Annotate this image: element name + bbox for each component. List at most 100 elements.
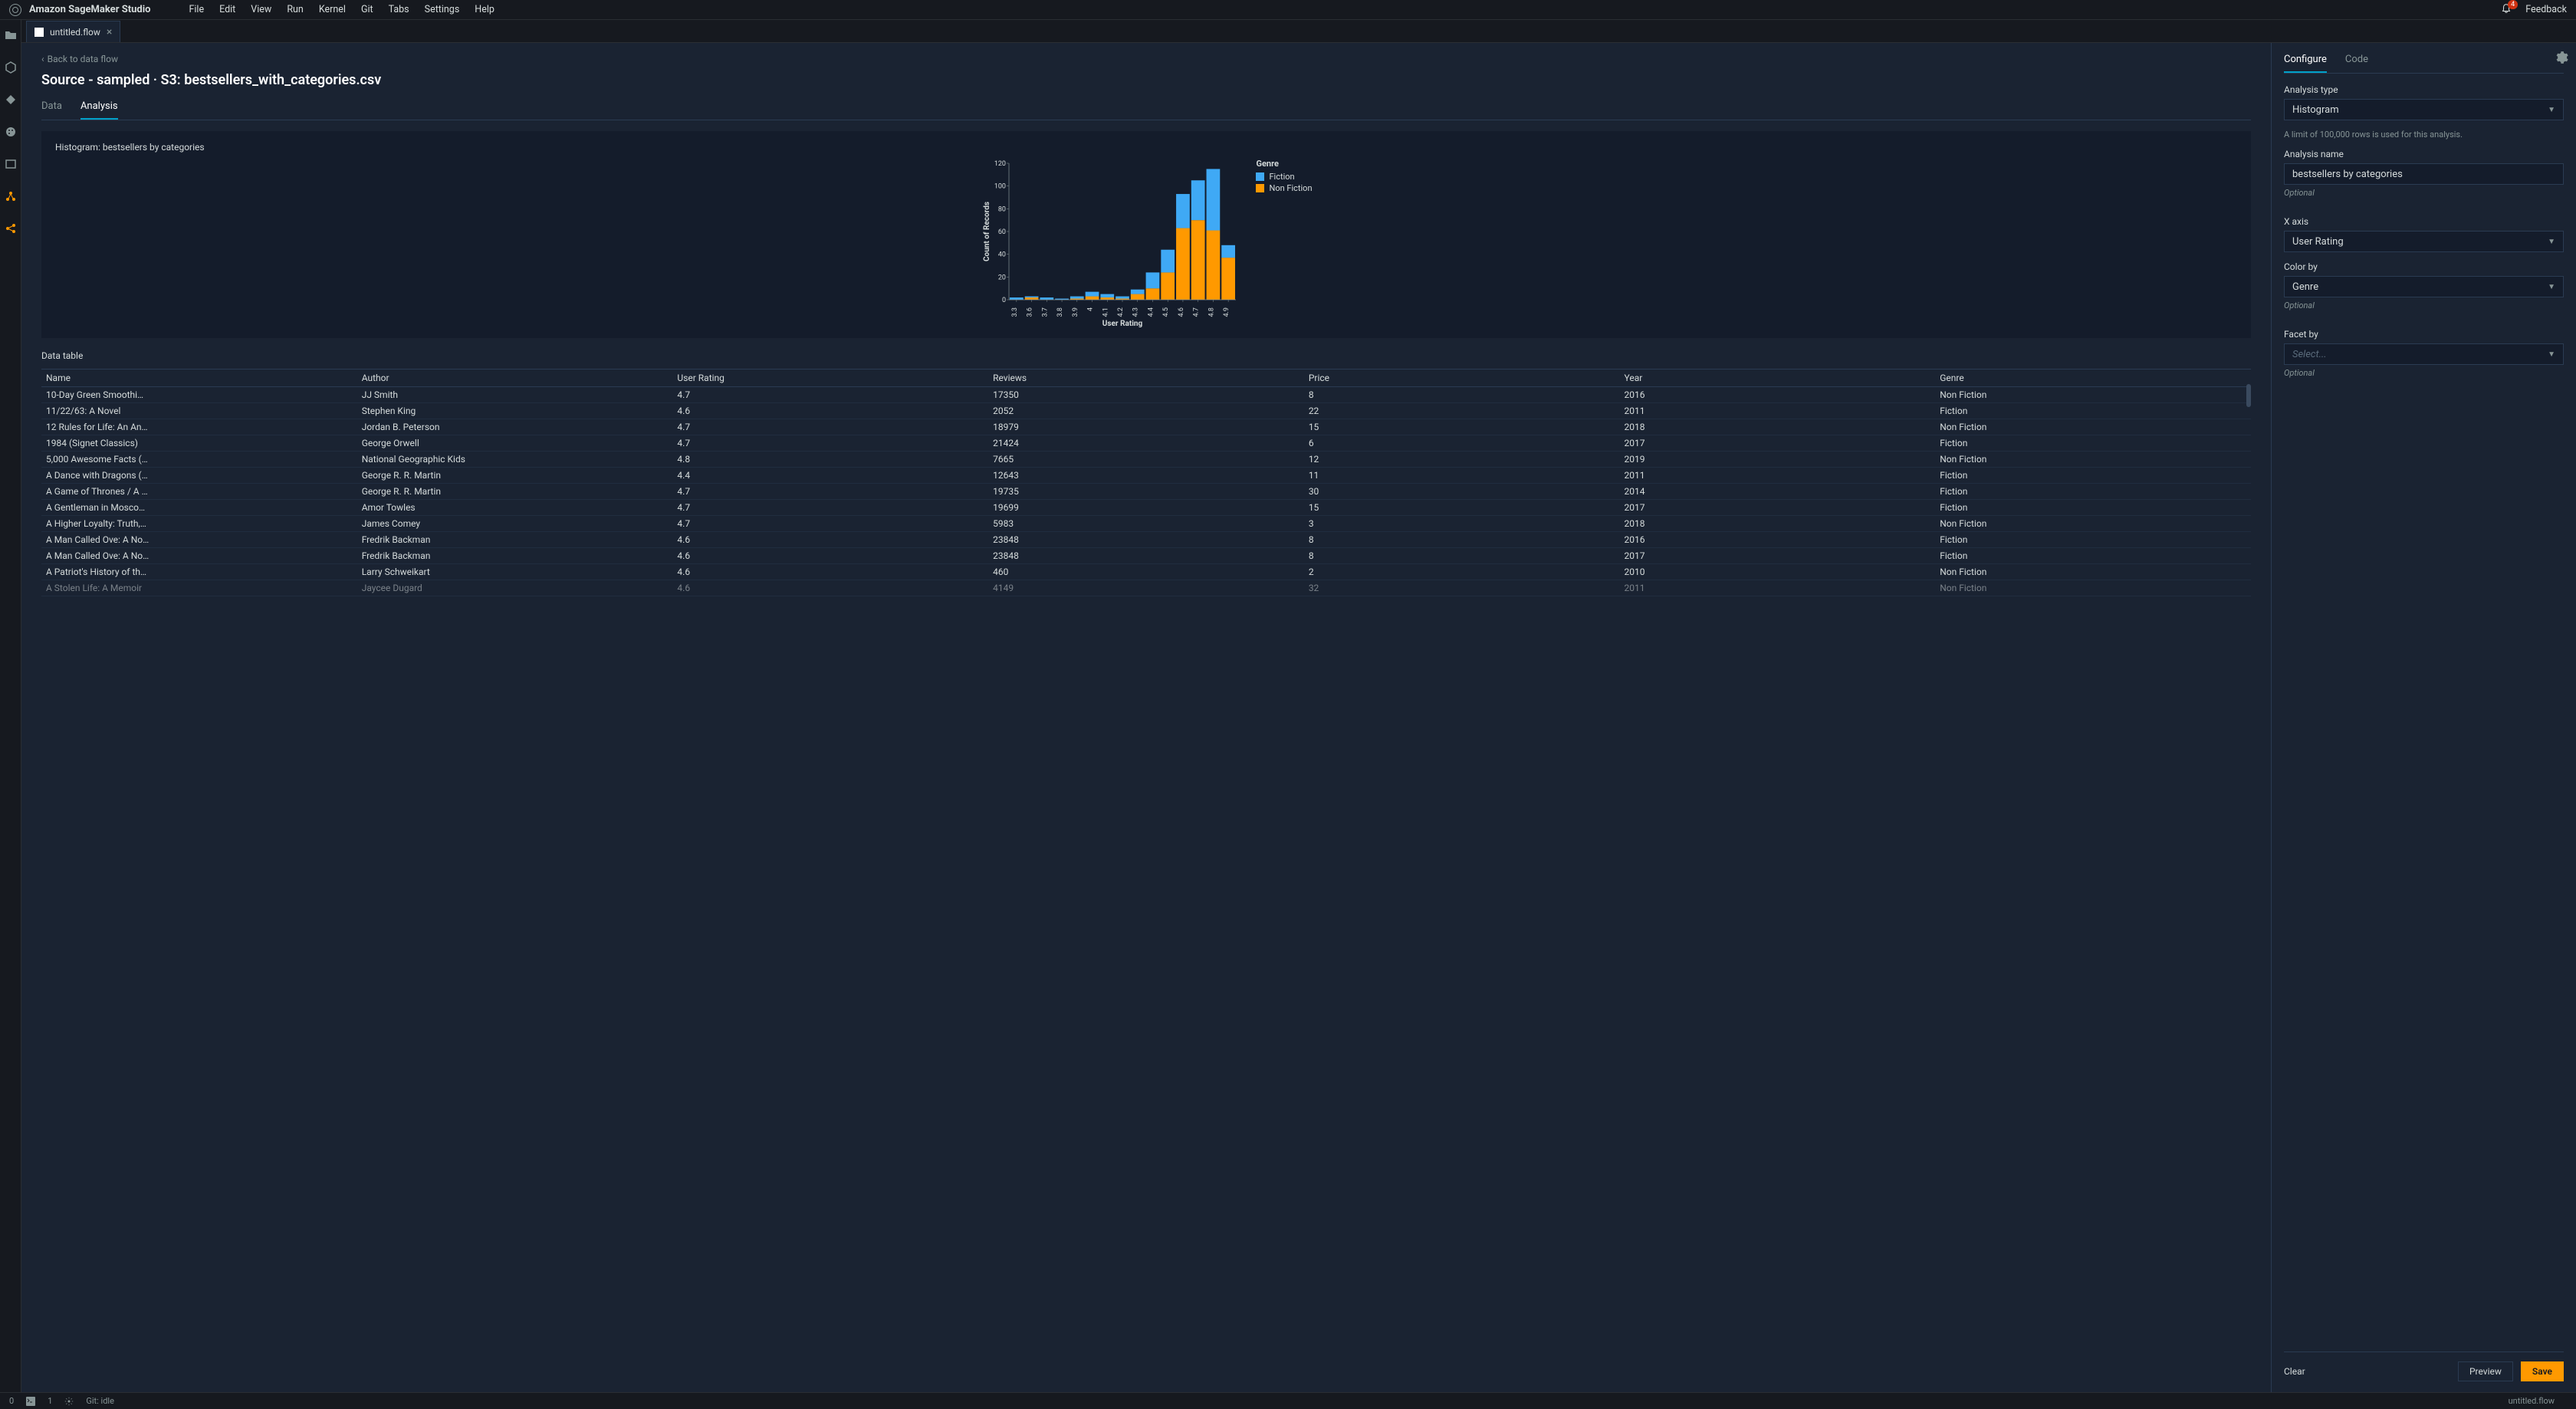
chevron-down-icon: ▼ bbox=[2548, 238, 2555, 246]
nodes-icon[interactable] bbox=[5, 190, 17, 202]
notifications-badge: 4 bbox=[2508, 0, 2518, 9]
column-header[interactable]: Reviews bbox=[988, 369, 1304, 387]
notifications-icon[interactable]: 4 bbox=[2501, 3, 2512, 17]
label-analysis-type: Analysis type bbox=[2284, 84, 2564, 95]
swatch-nonfiction bbox=[1256, 184, 1264, 192]
svg-text:3.3: 3.3 bbox=[1011, 307, 1019, 317]
table-row[interactable]: A Patriot's History of th…Larry Schweika… bbox=[41, 564, 2251, 580]
table-row[interactable]: A Man Called Ove: A No…Fredrik Backman4.… bbox=[41, 548, 2251, 564]
histogram-plot: 0204060801001203.33.63.73.83.944.14.24.3… bbox=[980, 159, 1240, 327]
table-row[interactable]: A Dance with Dragons (…George R. R. Mart… bbox=[41, 468, 2251, 484]
svg-text:4.8: 4.8 bbox=[1208, 307, 1216, 317]
column-header[interactable]: Price bbox=[1304, 369, 1620, 387]
svg-text:0: 0 bbox=[1002, 297, 1006, 304]
svg-text:60: 60 bbox=[998, 228, 1006, 236]
close-icon[interactable]: × bbox=[107, 27, 112, 38]
table-row[interactable]: A Higher Loyalty: Truth,…James Comey4.75… bbox=[41, 516, 2251, 532]
svg-text:120: 120 bbox=[994, 160, 1006, 168]
gear-icon[interactable] bbox=[2555, 51, 2568, 67]
svg-text:3.7: 3.7 bbox=[1042, 307, 1050, 317]
svg-text:Count of Records: Count of Records bbox=[983, 202, 991, 261]
hexagon-icon[interactable] bbox=[5, 61, 17, 74]
select-analysis-type[interactable]: Histogram▼ bbox=[2284, 99, 2564, 120]
svg-text:4.3: 4.3 bbox=[1132, 307, 1140, 317]
panel-icon[interactable] bbox=[5, 158, 17, 170]
svg-text:User Rating: User Rating bbox=[1102, 320, 1143, 328]
column-header[interactable]: Author bbox=[357, 369, 673, 387]
svg-text:3.8: 3.8 bbox=[1057, 307, 1065, 317]
optional-1: Optional bbox=[2284, 188, 2564, 198]
svg-text:4.7: 4.7 bbox=[1193, 307, 1201, 317]
menu-help[interactable]: Help bbox=[467, 4, 502, 15]
status-zero[interactable]: 0 bbox=[9, 1396, 14, 1406]
app-title: Amazon SageMaker Studio bbox=[29, 4, 150, 15]
back-link[interactable]: ‹ Back to data flow bbox=[41, 54, 2251, 64]
menubar: Amazon SageMaker Studio FileEditViewRunK… bbox=[0, 0, 2576, 20]
menu-run[interactable]: Run bbox=[279, 4, 311, 15]
chevron-left-icon: ‹ bbox=[41, 54, 44, 64]
main-pane: ‹ Back to data flow Source - sampled · S… bbox=[21, 43, 2271, 1392]
page-title: Source - sampled · S3: bestsellers_with_… bbox=[41, 72, 2251, 88]
table-row[interactable]: 12 Rules for Life: An An…Jordan B. Peter… bbox=[41, 419, 2251, 435]
git-status[interactable]: Git: idle bbox=[86, 1396, 114, 1406]
menu-edit[interactable]: Edit bbox=[212, 4, 243, 15]
table-row[interactable]: 1984 (Signet Classics)George Orwell4.721… bbox=[41, 435, 2251, 452]
table-row[interactable]: A Man Called Ove: A No…Fredrik Backman4.… bbox=[41, 532, 2251, 548]
menu-file[interactable]: File bbox=[181, 4, 212, 15]
folder-icon[interactable] bbox=[5, 29, 17, 41]
svg-text:80: 80 bbox=[998, 205, 1006, 213]
column-header[interactable]: User Rating bbox=[672, 369, 988, 387]
table-row[interactable]: A Gentleman in Mosco…Amor Towles4.719699… bbox=[41, 500, 2251, 516]
svg-text:3.9: 3.9 bbox=[1072, 307, 1079, 317]
table-row[interactable]: 5,000 Awesome Facts (…National Geographi… bbox=[41, 452, 2251, 468]
menu-view[interactable]: View bbox=[243, 4, 279, 15]
save-button[interactable]: Save bbox=[2521, 1361, 2564, 1381]
legend-title: Genre bbox=[1256, 159, 1312, 169]
column-header[interactable]: Name bbox=[41, 369, 357, 387]
tab-analysis[interactable]: Analysis bbox=[80, 100, 118, 120]
column-header[interactable]: Genre bbox=[1935, 369, 2251, 387]
tab-bar: untitled.flow × bbox=[21, 20, 2576, 43]
tab-configure[interactable]: Configure bbox=[2284, 54, 2327, 73]
data-table: NameAuthorUser RatingReviewsPriceYearGen… bbox=[41, 369, 2251, 1392]
share-icon[interactable] bbox=[5, 222, 17, 235]
column-header[interactable]: Year bbox=[1620, 369, 1936, 387]
select-color-by[interactable]: Genre▼ bbox=[2284, 276, 2564, 297]
select-x-axis[interactable]: User Rating▼ bbox=[2284, 231, 2564, 252]
diamond-icon[interactable] bbox=[5, 94, 17, 106]
content-tabs: Data Analysis bbox=[41, 100, 2251, 120]
menu-settings[interactable]: Settings bbox=[417, 4, 468, 15]
select-facet-by[interactable]: Select...▼ bbox=[2284, 343, 2564, 365]
preview-button[interactable]: Preview bbox=[2458, 1361, 2513, 1381]
scrollbar-thumb[interactable] bbox=[2246, 384, 2251, 407]
label-color-by: Color by bbox=[2284, 261, 2564, 272]
menu-kernel[interactable]: Kernel bbox=[311, 4, 353, 15]
terminal-icon[interactable] bbox=[26, 1397, 35, 1406]
config-panel: Configure Code Analysis type Histogram▼ … bbox=[2271, 43, 2576, 1392]
status-gear-icon[interactable] bbox=[64, 1397, 74, 1406]
chart-legend: Genre Fiction Non Fiction bbox=[1256, 159, 1312, 327]
svg-text:4.9: 4.9 bbox=[1224, 307, 1231, 317]
table-row[interactable]: A Game of Thrones / A …George R. R. Mart… bbox=[41, 484, 2251, 500]
svg-text:4.1: 4.1 bbox=[1102, 307, 1110, 317]
feedback-link[interactable]: Feedback bbox=[2525, 4, 2567, 15]
table-row[interactable]: A Stolen Life: A MemoirJaycee Dugard4.64… bbox=[41, 580, 2251, 596]
menu-git[interactable]: Git bbox=[353, 4, 381, 15]
tab-data[interactable]: Data bbox=[41, 100, 62, 120]
flow-file-icon bbox=[34, 28, 44, 37]
file-tab[interactable]: untitled.flow × bbox=[26, 21, 120, 42]
menu-tabs[interactable]: Tabs bbox=[381, 4, 417, 15]
tab-code[interactable]: Code bbox=[2345, 54, 2368, 73]
svg-text:3.6: 3.6 bbox=[1027, 307, 1034, 317]
limit-note: A limit of 100,000 rows is used for this… bbox=[2284, 130, 2564, 140]
chart-card: Histogram: bestsellers by categories 020… bbox=[41, 131, 2251, 338]
palette-icon[interactable] bbox=[5, 126, 17, 138]
status-one[interactable]: 1 bbox=[48, 1396, 52, 1406]
table-row[interactable]: 11/22/63: A NovelStephen King4.620522220… bbox=[41, 403, 2251, 419]
svg-text:4.4: 4.4 bbox=[1148, 307, 1155, 317]
clear-button[interactable]: Clear bbox=[2284, 1366, 2305, 1377]
input-analysis-name[interactable] bbox=[2284, 163, 2564, 185]
svg-text:4.6: 4.6 bbox=[1178, 307, 1185, 317]
table-row[interactable]: 10-Day Green Smoothi…JJ Smith4.717350820… bbox=[41, 387, 2251, 403]
svg-text:4: 4 bbox=[1087, 307, 1095, 311]
